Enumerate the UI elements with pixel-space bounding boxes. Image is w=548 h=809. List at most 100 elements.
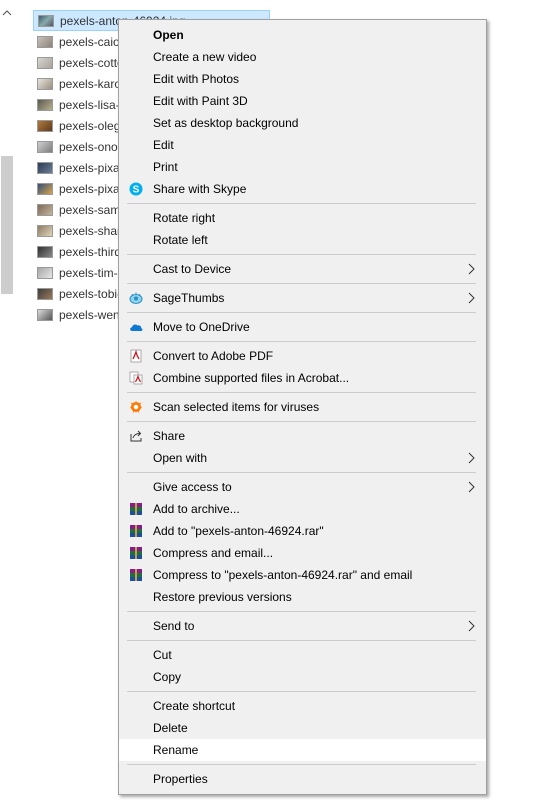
file-name: pexels-third: [59, 244, 122, 259]
file-name: pexels-ono-: [59, 139, 122, 154]
menu-item-label: Rotate left: [153, 233, 208, 247]
file-name: pexels-oleg-: [59, 118, 125, 133]
vertical-scrollbar[interactable]: [0, 0, 14, 809]
file-name: pexels-tim-: [59, 265, 118, 280]
menu-item-label: Add to archive...: [153, 502, 240, 516]
menu-separator: [119, 761, 486, 768]
file-name: pexels-cotto: [59, 55, 124, 70]
image-thumbnail-icon: [37, 182, 53, 195]
file-name: pexels-caio-: [59, 34, 124, 49]
menu-item-compress-email[interactable]: Compress and email...: [119, 542, 486, 564]
menu-item-properties[interactable]: Properties: [119, 768, 486, 790]
menu-item-add-archive[interactable]: Add to archive...: [119, 498, 486, 520]
menu-item-print[interactable]: Print: [119, 156, 486, 178]
menu-item-convert-pdf[interactable]: Convert to Adobe PDF: [119, 345, 486, 367]
file-name: pexels-wend: [59, 307, 127, 322]
chevron-right-icon: [468, 620, 475, 632]
scroll-up-arrow-icon[interactable]: [2, 8, 12, 18]
menu-separator: [119, 688, 486, 695]
menu-item-label: Create shortcut: [153, 699, 236, 713]
sagethumbs-icon: [129, 292, 143, 304]
menu-item-rename[interactable]: Rename: [119, 739, 486, 761]
menu-item-label: Share: [153, 429, 186, 443]
image-thumbnail-icon: [37, 56, 53, 69]
menu-item-edit-photos[interactable]: Edit with Photos: [119, 68, 486, 90]
menu-item-delete[interactable]: Delete: [119, 717, 486, 739]
image-thumbnail-icon: [37, 35, 53, 48]
menu-item-label: Rename: [153, 743, 199, 757]
menu-item-compress-rar-email[interactable]: Compress to "pexels-anton-46924.rar" and…: [119, 564, 486, 586]
menu-item-cut[interactable]: Cut: [119, 644, 486, 666]
menu-separator: [119, 280, 486, 287]
menu-item-label: Set as desktop background: [153, 116, 299, 130]
menu-separator: [119, 389, 486, 396]
image-thumbnail-icon: [37, 98, 53, 111]
winrar-icon: [130, 503, 142, 515]
menu-item-share[interactable]: Share: [119, 425, 486, 447]
image-thumbnail-icon: [37, 161, 53, 174]
winrar-icon: [130, 547, 142, 559]
menu-item-edit[interactable]: Edit: [119, 134, 486, 156]
menu-item-open[interactable]: Open: [119, 24, 486, 46]
menu-item-label: Share with Skype: [153, 182, 247, 196]
menu-item-label: Restore previous versions: [153, 590, 292, 604]
menu-item-label: Create a new video: [153, 50, 257, 64]
menu-item-label: Send to: [153, 619, 195, 633]
menu-item-label: Print: [153, 160, 178, 174]
menu-item-share-skype[interactable]: S Share with Skype: [119, 178, 486, 200]
file-name: pexels-tobi-: [59, 286, 122, 301]
share-icon: [130, 430, 142, 442]
menu-item-rotate-right[interactable]: Rotate right: [119, 207, 486, 229]
avast-icon: [129, 400, 143, 413]
menu-item-label: Rotate right: [153, 211, 216, 225]
menu-separator: [119, 309, 486, 316]
image-thumbnail-icon: [38, 14, 54, 27]
onedrive-cloud-icon: [130, 324, 143, 331]
menu-separator: [119, 608, 486, 615]
image-thumbnail-icon: [37, 287, 53, 300]
image-thumbnail-icon: [37, 77, 53, 90]
chevron-right-icon: [468, 292, 475, 304]
image-thumbnail-icon: [37, 308, 53, 321]
menu-item-cast-to-device[interactable]: Cast to Device: [119, 258, 486, 280]
menu-item-label: Compress and email...: [153, 546, 274, 560]
acrobat-combine-icon: [129, 371, 143, 385]
menu-item-label: SageThumbs: [153, 291, 225, 305]
context-menu: Open Create a new video Edit with Photos…: [118, 19, 487, 795]
menu-item-set-desktop-background[interactable]: Set as desktop background: [119, 112, 486, 134]
menu-item-label: Scan selected items for viruses: [153, 400, 320, 414]
menu-item-label: Edit: [153, 138, 174, 152]
menu-item-scan-viruses[interactable]: Scan selected items for viruses: [119, 396, 486, 418]
menu-item-sagethumbs[interactable]: SageThumbs: [119, 287, 486, 309]
menu-item-label: Delete: [153, 721, 188, 735]
menu-item-send-to[interactable]: Send to: [119, 615, 486, 637]
menu-item-edit-paint3d[interactable]: Edit with Paint 3D: [119, 90, 486, 112]
menu-item-move-onedrive[interactable]: Move to OneDrive: [119, 316, 486, 338]
scrollbar-thumb[interactable]: [1, 156, 13, 294]
menu-item-label: Add to "pexels-anton-46924.rar": [153, 524, 324, 538]
image-thumbnail-icon: [37, 224, 53, 237]
menu-item-label: Cut: [153, 648, 172, 662]
menu-separator: [119, 637, 486, 644]
menu-item-label: Open: [153, 28, 184, 42]
menu-item-label: Convert to Adobe PDF: [153, 349, 274, 363]
menu-item-label: Open with: [153, 451, 208, 465]
chevron-right-icon: [468, 452, 475, 464]
menu-item-give-access[interactable]: Give access to: [119, 476, 486, 498]
file-name: pexels-lisa-: [59, 97, 120, 112]
menu-item-create-shortcut[interactable]: Create shortcut: [119, 695, 486, 717]
menu-separator: [119, 338, 486, 345]
menu-item-label: Move to OneDrive: [153, 320, 250, 334]
menu-item-label: Copy: [153, 670, 182, 684]
image-thumbnail-icon: [37, 119, 53, 132]
menu-item-open-with[interactable]: Open with: [119, 447, 486, 469]
menu-item-rotate-left[interactable]: Rotate left: [119, 229, 486, 251]
menu-item-copy[interactable]: Copy: [119, 666, 486, 688]
menu-item-create-video[interactable]: Create a new video: [119, 46, 486, 68]
menu-item-combine-acrobat[interactable]: Combine supported files in Acrobat...: [119, 367, 486, 389]
svg-text:S: S: [133, 185, 140, 196]
menu-separator: [119, 251, 486, 258]
menu-item-add-rar[interactable]: Add to "pexels-anton-46924.rar": [119, 520, 486, 542]
menu-item-restore-versions[interactable]: Restore previous versions: [119, 586, 486, 608]
menu-separator: [119, 418, 486, 425]
